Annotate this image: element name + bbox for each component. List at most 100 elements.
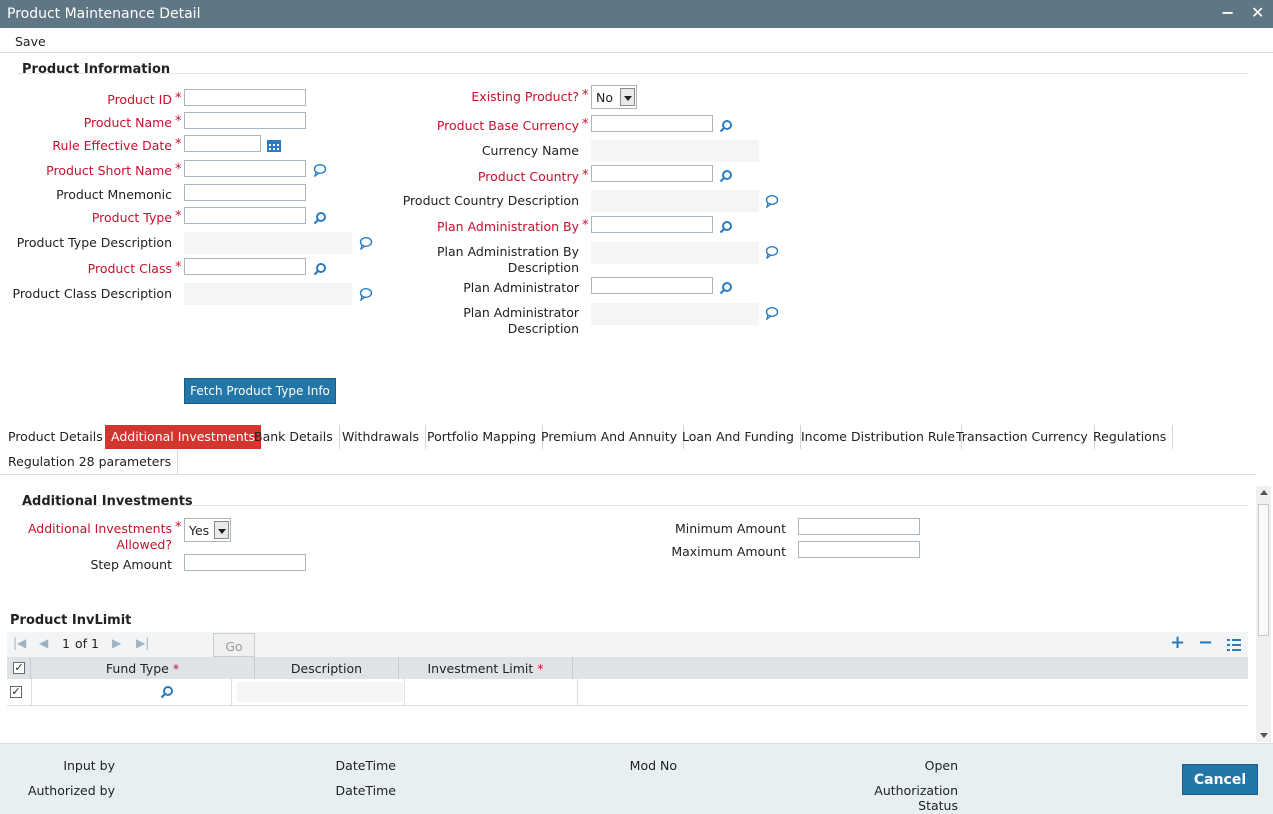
tab-product-details[interactable]: Product Details (2, 425, 110, 449)
page-current: 1 (62, 636, 70, 651)
row-checkbox[interactable]: ✓ (10, 686, 22, 698)
required-mark: * (175, 137, 182, 152)
required-mark: * (175, 209, 182, 224)
maximum-amount-input[interactable] (798, 541, 920, 558)
existing-product-value: No (596, 90, 613, 105)
tab-premium-and-annuity[interactable]: Premium And Annuity (535, 425, 685, 449)
minimum-amount-label: Minimum Amount (674, 521, 786, 536)
speech-bubble-icon[interactable] (765, 245, 779, 259)
close-button[interactable]: ✕ (1251, 3, 1264, 22)
speech-bubble-icon[interactable] (765, 194, 779, 208)
search-icon[interactable] (719, 119, 733, 133)
rule-effective-date-input[interactable] (184, 135, 261, 152)
minimum-amount-input[interactable] (798, 518, 920, 535)
datetime-label: DateTime (335, 783, 396, 798)
additional-investments-allowed-label: Additional Investments Allowed? (20, 521, 172, 553)
authorized-by-label: Authorized by (27, 783, 115, 798)
scroll-up-icon[interactable] (1260, 490, 1268, 495)
plan-administrator-input[interactable] (591, 277, 713, 294)
section-divider (18, 505, 1248, 506)
window-titlebar: Product Maintenance Detail − ✕ (0, 0, 1273, 28)
product-type-input[interactable] (184, 207, 306, 224)
product-country-input[interactable] (591, 165, 713, 182)
product-invlimit-title: Product InvLimit (10, 613, 132, 628)
label-line-1: Additional Investments (27, 521, 172, 536)
next-page-icon[interactable]: ▶ (112, 636, 121, 650)
label-line-1: Plan Administration By (437, 244, 579, 259)
open-label: Open (924, 758, 958, 773)
window-title: Product Maintenance Detail (7, 6, 201, 22)
input-by-label: Input by (63, 758, 115, 773)
delete-row-icon[interactable]: − (1198, 632, 1213, 653)
product-id-input[interactable] (184, 89, 306, 106)
tab-regulations[interactable]: Regulations (1087, 425, 1174, 449)
speech-bubble-icon[interactable] (313, 163, 327, 177)
datetime-label: DateTime (335, 758, 396, 773)
tab-divider (0, 474, 1256, 475)
search-icon[interactable] (313, 211, 327, 225)
fetch-product-type-info-button[interactable]: Fetch Product Type Info (184, 378, 336, 404)
cell-divider (31, 679, 32, 705)
required-mark: * (172, 661, 180, 676)
product-short-name-label: Product Short Name (46, 163, 172, 178)
vertical-scrollbar[interactable] (1256, 486, 1271, 742)
list-icon[interactable] (1227, 638, 1241, 652)
speech-bubble-icon[interactable] (765, 306, 779, 320)
grid-toolbar: |◀ ◀ 1 of 1 ▶ ▶| Go + − (7, 632, 1248, 657)
product-base-currency-input[interactable] (591, 115, 713, 132)
step-amount-input[interactable] (184, 554, 306, 571)
select-all-checkbox[interactable]: ✓ (13, 662, 25, 674)
plan-administrator-description-field (591, 303, 759, 325)
search-icon[interactable] (719, 281, 733, 295)
grid-header: ✓ Fund Type * Description Investment Lim… (7, 657, 1248, 679)
plan-administration-by-description-label: Plan Administration By Description (400, 244, 579, 276)
prev-page-icon[interactable]: ◀ (39, 636, 48, 650)
minimize-button[interactable]: − (1221, 3, 1234, 22)
product-mnemonic-input[interactable] (184, 184, 306, 201)
cell-divider (404, 679, 405, 705)
search-icon[interactable] (160, 685, 174, 699)
scrollbar-thumb[interactable] (1258, 504, 1269, 636)
tab-income-distribution-rule[interactable]: Income Distribution Rule (795, 425, 963, 449)
investment-limit-cell-input[interactable] (409, 683, 575, 701)
speech-bubble-icon[interactable] (359, 287, 373, 301)
required-mark: * (175, 114, 182, 129)
maximum-amount-label: Maximum Amount (671, 544, 786, 559)
product-type-label: Product Type (91, 210, 172, 225)
calendar-icon[interactable] (266, 139, 282, 153)
existing-product-select[interactable]: No (591, 85, 637, 109)
tab-additional-investments[interactable]: Additional Investments (105, 425, 262, 449)
last-page-icon[interactable]: ▶| (136, 636, 149, 650)
tab-portfolio-mapping[interactable]: Portfolio Mapping (421, 425, 544, 449)
go-button[interactable]: Go (213, 633, 255, 657)
product-class-input[interactable] (184, 258, 306, 275)
mod-no-label: Mod No (629, 758, 677, 773)
currency-name-label: Currency Name (481, 143, 579, 158)
currency-name-field (591, 140, 759, 162)
cancel-button[interactable]: Cancel (1182, 764, 1258, 795)
speech-bubble-icon[interactable] (359, 236, 373, 250)
tab-bank-details[interactable]: Bank Details (248, 425, 340, 449)
tab-loan-and-funding[interactable]: Loan And Funding (676, 425, 801, 449)
product-mnemonic-label: Product Mnemonic (56, 187, 172, 202)
required-mark: * (537, 661, 544, 676)
tab-withdrawals[interactable]: Withdrawals (336, 425, 426, 449)
save-menu-item[interactable]: Save (15, 34, 46, 49)
required-mark: * (582, 88, 589, 103)
additional-investments-allowed-value: Yes (189, 523, 210, 538)
first-page-icon[interactable]: |◀ (13, 636, 26, 650)
tab-transaction-currency[interactable]: Transaction Currency (950, 425, 1095, 449)
search-icon[interactable] (313, 262, 327, 276)
fund-type-cell-input[interactable] (37, 683, 173, 701)
plan-administration-by-input[interactable] (591, 216, 713, 233)
additional-investments-allowed-select[interactable]: Yes (184, 518, 231, 542)
product-class-description-field (184, 283, 352, 305)
search-icon[interactable] (719, 169, 733, 183)
search-icon[interactable] (719, 220, 733, 234)
menu-bar: Save (0, 28, 1273, 53)
product-short-name-input[interactable] (184, 160, 306, 177)
scroll-down-icon[interactable] (1260, 733, 1268, 738)
product-name-input[interactable] (184, 112, 306, 129)
add-row-icon[interactable]: + (1170, 632, 1185, 653)
tab-regulation-28-parameters[interactable]: Regulation 28 parameters (2, 450, 179, 474)
